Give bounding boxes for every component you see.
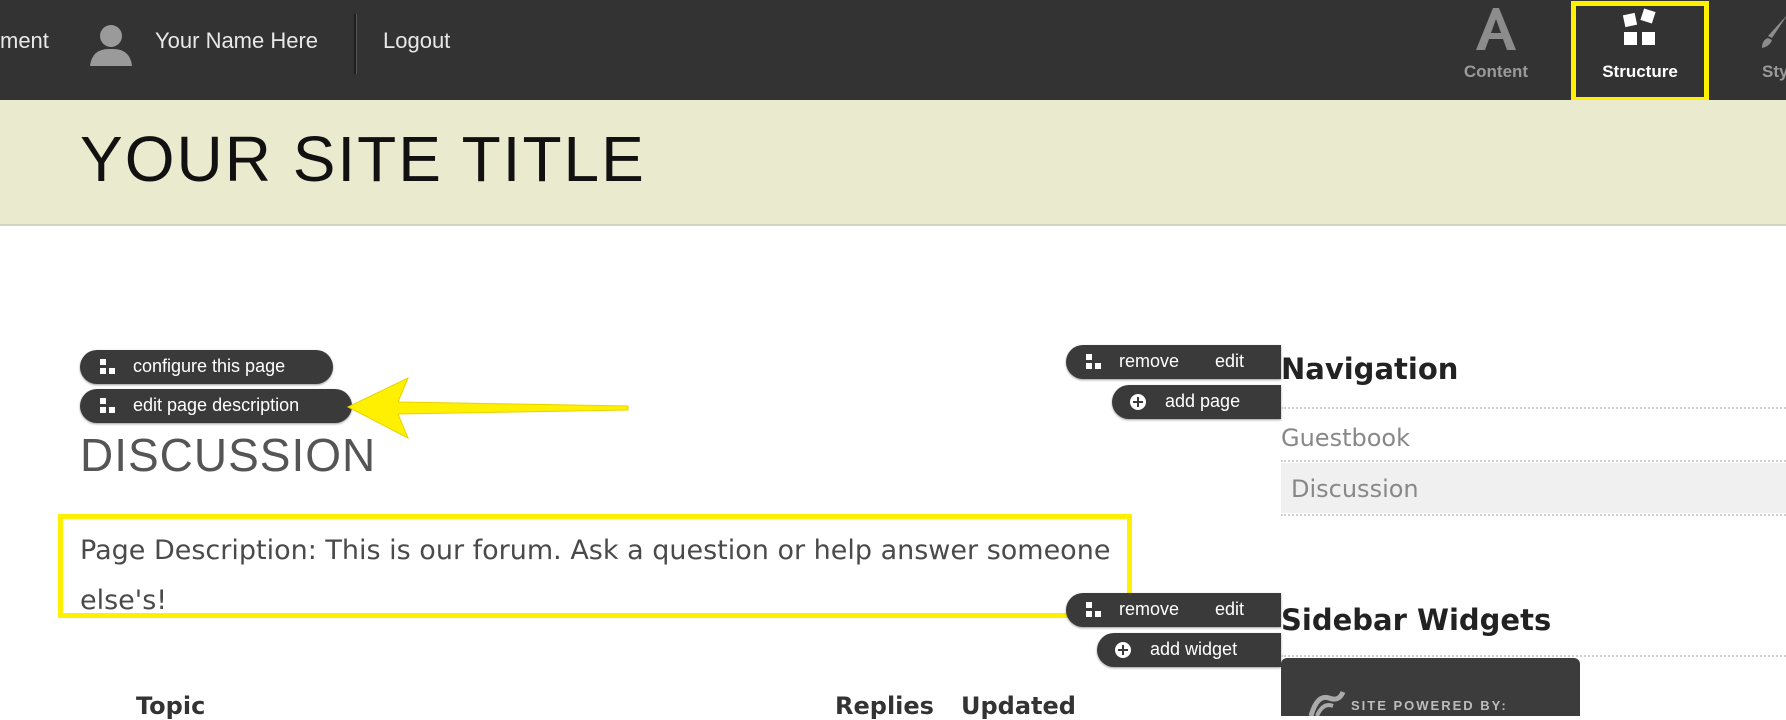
- toolbar-divider: [354, 14, 357, 74]
- sidebar-item-guestbook[interactable]: Guestbook: [1281, 412, 1786, 462]
- add-widget-label: add widget: [1150, 639, 1238, 659]
- add-widget-button[interactable]: add widget: [1097, 633, 1281, 667]
- description-highlight-annotation: [58, 514, 1132, 618]
- hand-logo-icon: [1308, 690, 1346, 716]
- add-page-button[interactable]: add page: [1112, 385, 1281, 419]
- site-powered-by-widget[interactable]: SITE POWERED BY:: [1281, 658, 1580, 716]
- add-page-label: add page: [1165, 391, 1241, 411]
- edit-page-description-label: edit page description: [133, 395, 300, 415]
- widgets-block-controls: remove edit: [1066, 593, 1281, 627]
- structure-highlight-annotation: [1571, 1, 1709, 102]
- navigation-remove-button[interactable]: remove: [1119, 351, 1179, 372]
- navigation-edit-button[interactable]: edit: [1215, 351, 1244, 372]
- user-name-link[interactable]: Your Name Here: [155, 28, 318, 54]
- navigation-divider: [1281, 407, 1786, 409]
- tab-style[interactable]: Sty: [1752, 0, 1786, 100]
- widget-text: SITE POWERED BY:: [1351, 698, 1508, 713]
- widgets-remove-button[interactable]: remove: [1119, 599, 1179, 620]
- navigation-heading: Navigation: [1281, 352, 1459, 386]
- blocks-icon: [1086, 602, 1101, 617]
- widgets-edit-button[interactable]: edit: [1215, 599, 1244, 620]
- sidebar-item-discussion[interactable]: Discussion: [1281, 463, 1786, 513]
- blocks-icon: [1086, 354, 1101, 369]
- sidebar-widgets-heading: Sidebar Widgets: [1281, 603, 1552, 637]
- letter-a-icon: [1476, 8, 1516, 50]
- user-avatar-icon: [90, 25, 132, 66]
- arrow-annotation-icon: [346, 376, 629, 440]
- navigation-block-controls: remove edit: [1066, 345, 1281, 379]
- edit-page-description-button[interactable]: edit page description: [80, 389, 352, 423]
- management-link[interactable]: ment: [0, 28, 49, 54]
- site-title[interactable]: YOUR SITE TITLE: [80, 122, 646, 196]
- blocks-icon: [100, 398, 115, 413]
- navigation-divider: [1281, 460, 1786, 462]
- page-title: DISCUSSION: [80, 429, 377, 481]
- blocks-icon: [100, 359, 115, 374]
- configure-page-button[interactable]: configure this page: [80, 350, 333, 384]
- logout-link[interactable]: Logout: [383, 28, 450, 54]
- site-header: YOUR SITE TITLE: [0, 100, 1786, 226]
- plus-icon: [1130, 394, 1146, 410]
- admin-toolbar: ment Your Name Here Logout Content Struc…: [0, 0, 1786, 100]
- sidebar-item-label: Discussion: [1291, 475, 1419, 503]
- tab-content[interactable]: Content: [1450, 0, 1542, 100]
- navigation-divider: [1281, 514, 1786, 516]
- brush-icon: [1762, 16, 1786, 48]
- widgets-divider: [1281, 655, 1786, 657]
- tab-content-label: Content: [1463, 62, 1529, 81]
- configure-page-label: configure this page: [133, 356, 286, 376]
- sidebar-item-label: Guestbook: [1281, 424, 1410, 452]
- tab-style-label: Sty: [1762, 62, 1786, 81]
- plus-icon: [1115, 642, 1131, 658]
